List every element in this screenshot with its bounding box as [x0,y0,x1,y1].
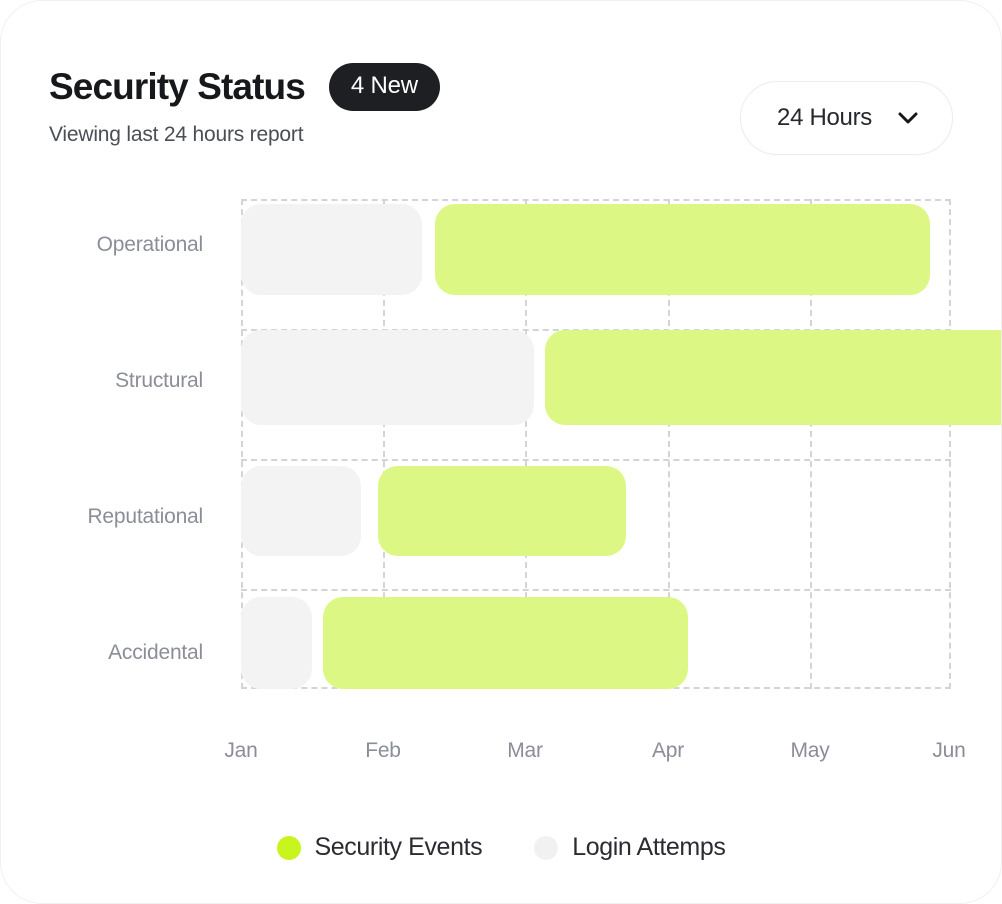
gridline-horizontal [241,199,951,201]
chart-row-operational [241,204,951,295]
y-axis-label-reputational: Reputational [87,505,203,528]
legend-label-security-events: Security Events [314,833,483,861]
legend-item-security-events[interactable]: Security Events [276,833,483,862]
legend-dot-login-attemps-icon [534,835,559,860]
new-count-badge: 4 New [328,63,440,111]
bar-login-attemps[interactable] [241,597,312,689]
y-axis-label-structural: Structural [115,369,203,392]
bar-login-attemps[interactable] [241,466,361,556]
y-axis-labels: Operational Structural Reputational Acci… [1,199,203,689]
bar-security-events[interactable] [435,204,930,295]
chart-row-structural [241,330,1001,425]
y-axis-label-accidental: Accidental [108,641,203,664]
bar-security-events[interactable] [378,466,626,556]
security-status-card: Security Status 4 New Viewing last 24 ho… [0,0,1002,904]
bar-login-attemps[interactable] [241,330,534,425]
legend-dot-security-events-icon [276,835,301,860]
x-axis-label-jan: Jan [224,739,258,762]
card-header: Security Status 4 New Viewing last 24 ho… [49,63,953,173]
time-range-dropdown[interactable]: 24 Hours [740,81,953,155]
bar-security-events[interactable] [545,330,1001,425]
bar-security-events[interactable] [323,597,688,689]
chevron-down-icon [898,112,918,124]
gridline-horizontal [241,459,951,461]
chart-plot-area [241,199,1001,689]
legend-label-login-attemps: Login Attemps [572,833,726,861]
x-axis-labels: Jan Feb Mar Apr May Jun [224,739,965,773]
x-axis-label-mar: Mar [507,739,543,762]
x-axis-label-apr: Apr [651,739,685,762]
page-title: Security Status [49,65,306,107]
x-axis-label-jun: Jun [932,739,966,762]
chart-legend: Security Events Login Attemps [1,833,1001,862]
time-range-value: 24 Hours [777,104,872,131]
x-axis-label-feb: Feb [365,739,401,762]
x-axis-label-may: May [790,739,830,762]
gridline-horizontal [241,589,951,591]
y-axis-label-operational: Operational [96,233,204,256]
bar-login-attemps[interactable] [241,204,422,295]
chart-row-accidental [241,597,951,689]
legend-item-login-attemps[interactable]: Login Attemps [534,833,726,862]
chart-row-reputational [241,466,951,556]
